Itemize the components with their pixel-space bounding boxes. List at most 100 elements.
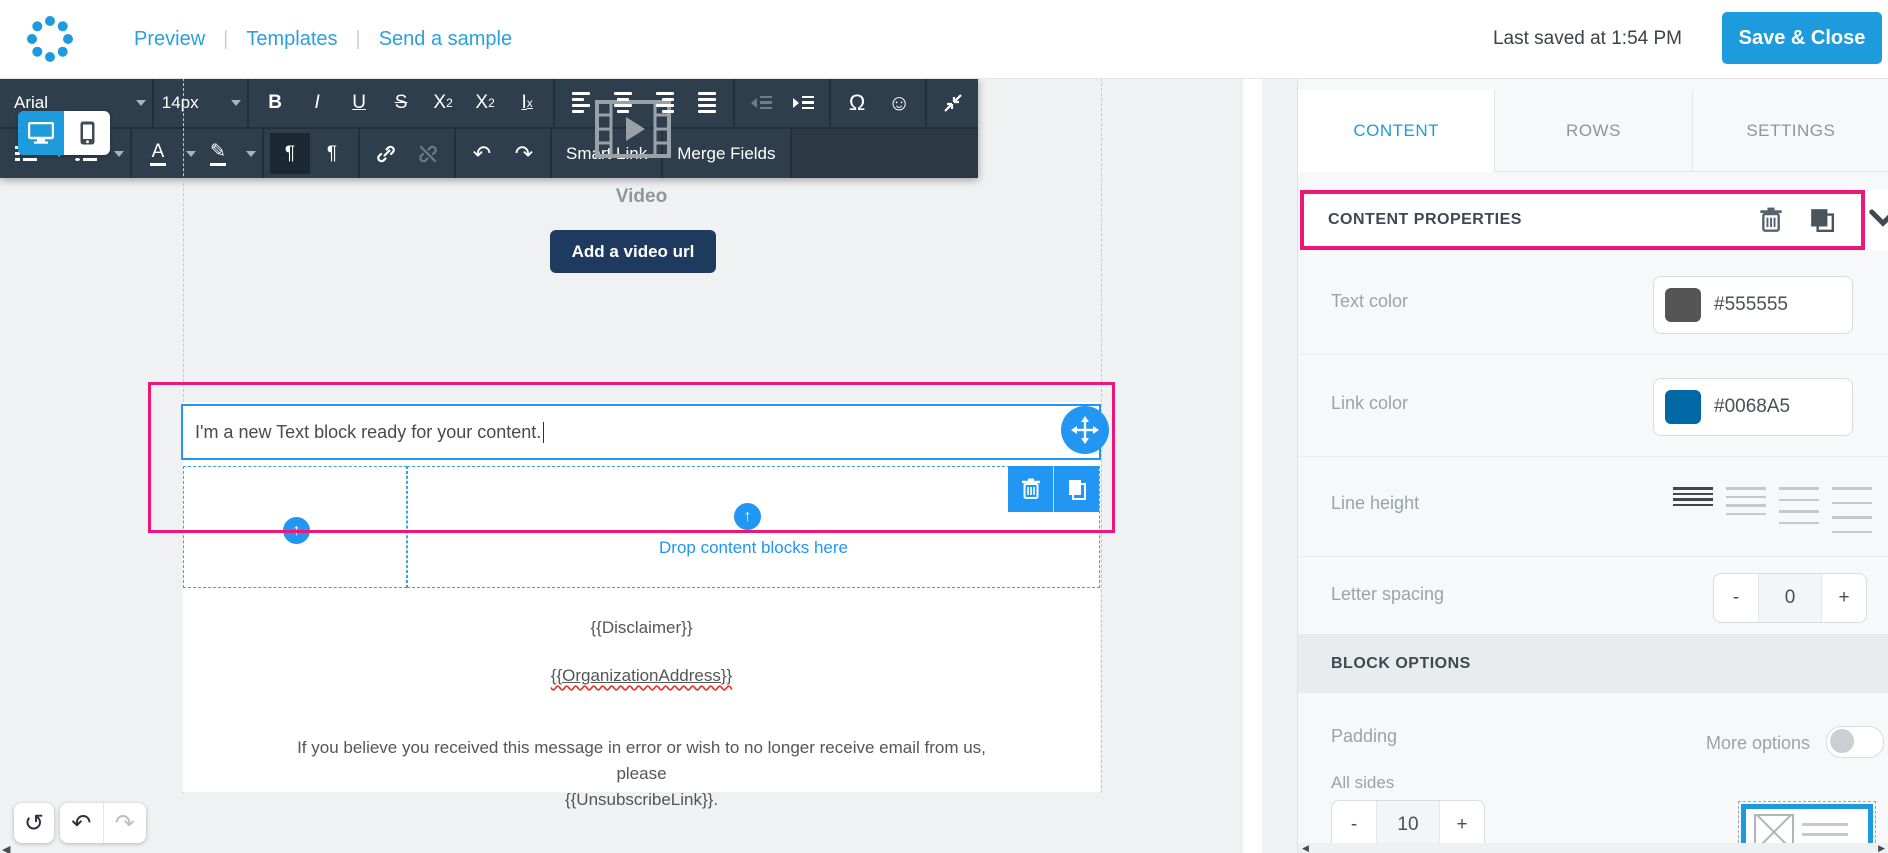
superscript-button[interactable]: X2	[423, 82, 463, 123]
link-color-picker[interactable]: #0068A5	[1653, 378, 1853, 436]
undo-button-canvas[interactable]: ↶	[60, 803, 103, 843]
letter-spacing-row: Letter spacing - 0 +	[1298, 557, 1888, 635]
drop-hint-text: Drop content blocks here	[659, 538, 848, 557]
text-color-picker[interactable]: #555555	[1653, 276, 1853, 334]
line-height-option-2[interactable]	[1726, 487, 1766, 533]
last-saved-status: Last saved at 1:54 PM	[1492, 28, 1682, 49]
clear-formatting-button[interactable]: Ix	[507, 82, 547, 123]
text-block-content: I'm a new Text block ready for your cont…	[195, 421, 542, 442]
nav-send-sample-link[interactable]: Send a sample	[379, 28, 512, 51]
organization-address-field[interactable]: {{OrganizationAddress}}	[183, 666, 1100, 686]
add-video-url-button[interactable]: Add a video url	[550, 230, 716, 273]
align-right-button[interactable]	[645, 82, 685, 123]
settings-panel: CONTENT ROWS SETTINGS CONTENT PROPERTIES	[1297, 78, 1888, 853]
duplicate-block-button[interactable]	[1809, 207, 1835, 233]
letter-spacing-decrease-button[interactable]: -	[1714, 574, 1758, 622]
underline-button[interactable]: U	[339, 82, 379, 123]
panel-horizontal-scrollbar[interactable]: ◀ ▶	[1298, 843, 1888, 853]
text-caret	[543, 421, 545, 443]
line-height-label: Line height	[1331, 493, 1420, 513]
special-character-button[interactable]: Ω	[837, 82, 877, 123]
toggle-knob	[1830, 729, 1854, 753]
text-color-label: Text color	[1331, 291, 1409, 311]
bold-button[interactable]: B	[255, 82, 295, 123]
text-color-button[interactable]: A	[138, 133, 178, 174]
text-block-editor[interactable]: I'm a new Text block ready for your cont…	[181, 404, 1101, 460]
indent-button[interactable]	[783, 82, 823, 123]
link-color-row: Link color #0068A5	[1298, 355, 1888, 457]
canvas-margin	[1243, 78, 1262, 853]
trash-icon	[1021, 478, 1040, 499]
drag-move-handle[interactable]	[1061, 406, 1109, 454]
app-logo-icon	[27, 16, 73, 62]
text-color-row: Text color #555555	[1298, 253, 1888, 355]
undo-button[interactable]: ↶	[462, 133, 502, 174]
align-justify-button[interactable]	[687, 82, 727, 123]
nav-preview-link[interactable]: Preview	[134, 28, 205, 51]
redo-button[interactable]: ↷	[504, 133, 544, 174]
paragraph-ltr-button[interactable]: ¶	[270, 133, 310, 174]
font-family-value: Arial	[14, 92, 49, 112]
padding-increase-button[interactable]: +	[1440, 801, 1484, 849]
subscript-button[interactable]: X2	[465, 82, 505, 123]
emoji-button[interactable]: ☺	[879, 82, 919, 123]
scroll-left-arrow[interactable]: ◀	[2, 843, 10, 853]
link-icon	[377, 145, 395, 162]
letter-spacing-increase-button[interactable]: +	[1822, 574, 1866, 622]
redo-button-canvas[interactable]: ↷	[102, 803, 147, 843]
scroll-right-arrow[interactable]: ▶	[1878, 843, 1885, 853]
disclaimer-field[interactable]: {{Disclaimer}}	[183, 618, 1100, 638]
outdent-button[interactable]	[741, 82, 781, 123]
remove-link-button[interactable]	[408, 133, 448, 174]
line-height-option-1[interactable]	[1673, 487, 1713, 533]
scroll-left-arrow[interactable]: ◀	[1302, 843, 1309, 853]
video-block-label: Video	[615, 186, 668, 207]
more-options-toggle[interactable]	[1826, 726, 1884, 758]
align-left-button[interactable]	[561, 82, 601, 123]
italic-button[interactable]: I	[297, 82, 337, 123]
unsubscribe-text[interactable]: If you believe you received this message…	[183, 735, 1100, 813]
mobile-view-button[interactable]	[64, 111, 110, 155]
padding-label: Padding	[1331, 726, 1398, 746]
collapse-section-chevron-icon[interactable]	[1868, 202, 1888, 232]
strikethrough-button[interactable]: S	[381, 82, 421, 123]
line-height-options	[1673, 487, 1872, 533]
delete-block-button[interactable]	[1759, 207, 1783, 233]
padding-value: 10	[1376, 801, 1440, 849]
letter-spacing-label: Letter spacing	[1331, 584, 1445, 604]
trash-icon	[1760, 207, 1782, 232]
highlight-color-button[interactable]: ✎	[198, 133, 238, 174]
desktop-view-button[interactable]	[18, 111, 64, 155]
paragraph-rtl-button[interactable]: ¶	[312, 133, 352, 174]
device-preview-toggle	[18, 111, 110, 155]
mobile-icon	[80, 121, 94, 145]
letter-spacing-value: 0	[1758, 574, 1822, 622]
history-button[interactable]: ↺	[14, 803, 54, 843]
tab-settings[interactable]: SETTINGS	[1691, 90, 1888, 172]
content-properties-header: CONTENT PROPERTIES	[1300, 190, 1865, 250]
nav-templates-link[interactable]: Templates	[246, 28, 337, 51]
section-title: CONTENT PROPERTIES	[1328, 211, 1522, 228]
delete-row-button[interactable]	[1008, 466, 1053, 512]
chevron-down-icon	[135, 99, 146, 106]
letter-spacing-stepper: - 0 +	[1713, 573, 1867, 623]
insert-link-button[interactable]	[366, 133, 406, 174]
line-height-row: Line height	[1298, 457, 1888, 557]
chevron-down-icon[interactable]	[114, 150, 124, 157]
align-center-button[interactable]	[603, 82, 643, 123]
unlink-icon	[419, 145, 437, 162]
tab-content[interactable]: CONTENT	[1298, 90, 1495, 172]
copy-icon	[1068, 480, 1086, 500]
link-color-value: #0068A5	[1714, 396, 1791, 417]
format-group: B I U S X2 X2 Ix	[249, 78, 554, 127]
top-bar: Preview | Templates | Send a sample Last…	[0, 0, 1888, 79]
undo-redo-buttons: ↶ ↷	[60, 803, 146, 843]
line-height-option-4[interactable]	[1832, 487, 1872, 533]
duplicate-row-button[interactable]	[1053, 466, 1099, 512]
line-height-option-3[interactable]	[1779, 487, 1819, 533]
tab-rows[interactable]: ROWS	[1494, 90, 1692, 172]
padding-decrease-button[interactable]: -	[1332, 801, 1376, 849]
text-color-swatch	[1665, 288, 1701, 322]
row-action-buttons	[1008, 466, 1099, 512]
save-close-button[interactable]: Save & Close	[1722, 12, 1882, 64]
